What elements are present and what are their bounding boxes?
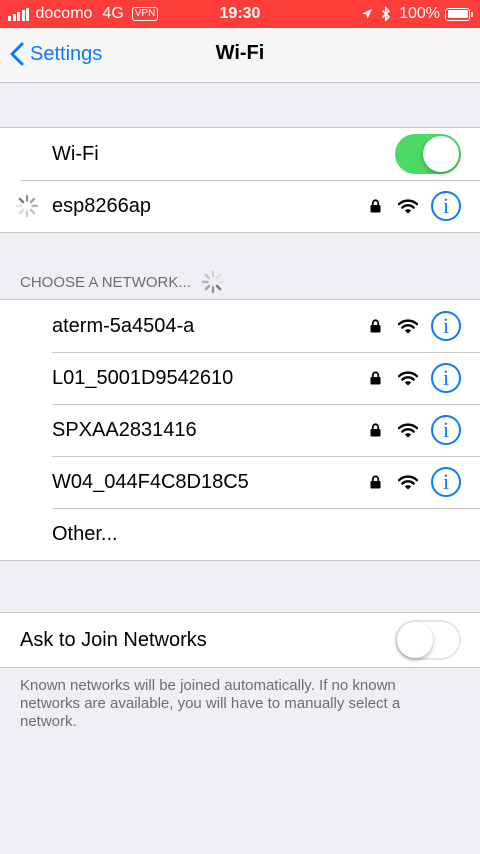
lock-icon	[370, 371, 381, 385]
wifi-signal-icon	[398, 423, 418, 437]
ask-to-join-group: Ask to Join Networks	[0, 612, 480, 668]
network-name: aterm-5a4504-a	[52, 314, 195, 337]
network-row[interactable]: W04_044F4C8D18C5 i	[0, 456, 480, 508]
info-icon[interactable]: i	[431, 467, 461, 497]
info-icon[interactable]: i	[431, 311, 461, 341]
battery-icon	[445, 7, 473, 21]
network-row[interactable]: SPXAA2831416 i	[0, 404, 480, 456]
info-icon[interactable]: i	[431, 363, 461, 393]
wifi-toggle[interactable]	[395, 134, 461, 174]
info-icon[interactable]: i	[431, 191, 461, 221]
loading-spinner-icon	[15, 194, 39, 218]
info-icon[interactable]: i	[431, 415, 461, 445]
network-name: esp8266ap	[52, 194, 151, 217]
wifi-signal-icon	[398, 371, 418, 385]
wifi-signal-icon	[398, 475, 418, 489]
wifi-signal-icon	[398, 319, 418, 333]
network-name: L01_5001D9542610	[52, 366, 234, 389]
lock-icon	[370, 423, 381, 437]
toggle-knob	[423, 136, 459, 172]
choose-network-header: CHOOSE A NETWORK...	[20, 270, 225, 294]
page-title: Wi-Fi	[215, 42, 265, 64]
network-name: W04_044F4C8D18C5	[52, 470, 249, 493]
lock-icon	[370, 199, 381, 213]
wifi-group: Wi-Fi esp8266ap i	[0, 127, 480, 233]
network-icons: i	[370, 311, 461, 341]
status-bar: docomo 4G VPN 19:30 100%	[0, 0, 480, 28]
connecting-network-row[interactable]: esp8266ap i	[0, 180, 480, 232]
network-icons: i	[370, 191, 461, 221]
network-row[interactable]: aterm-5a4504-a i	[0, 300, 480, 352]
lock-icon	[370, 319, 381, 333]
status-right: 100%	[361, 5, 473, 23]
bluetooth-icon	[382, 6, 391, 22]
battery-fill	[447, 10, 468, 18]
battery-percent: 100%	[399, 5, 440, 22]
loading-spinner-icon	[201, 270, 225, 294]
toggle-knob	[397, 622, 433, 658]
ask-to-join-label: Ask to Join Networks	[20, 628, 207, 651]
lock-icon	[370, 475, 381, 489]
ask-to-join-row: Ask to Join Networks	[0, 613, 480, 667]
wifi-signal-icon	[398, 199, 418, 213]
network-icons: i	[370, 363, 461, 393]
wifi-label: Wi-Fi	[52, 142, 99, 165]
network-icons: i	[370, 467, 461, 497]
location-arrow-icon	[362, 9, 373, 19]
network-list: aterm-5a4504-a i L01_5001D9542610 i SPXA…	[0, 299, 480, 561]
network-name: SPXAA2831416	[52, 418, 197, 441]
network-row[interactable]: L01_5001D9542610 i	[0, 352, 480, 404]
section-header-label: CHOOSE A NETWORK...	[20, 273, 191, 291]
other-network-label: Other...	[52, 522, 118, 545]
navigation-bar: Settings Wi-Fi	[0, 28, 480, 83]
other-network-row[interactable]: Other...	[0, 508, 480, 560]
wifi-toggle-row: Wi-Fi	[0, 128, 480, 180]
network-icons: i	[370, 415, 461, 445]
ask-to-join-toggle[interactable]	[395, 620, 461, 660]
ask-to-join-footer: Known networks will be joined automatica…	[20, 677, 401, 730]
